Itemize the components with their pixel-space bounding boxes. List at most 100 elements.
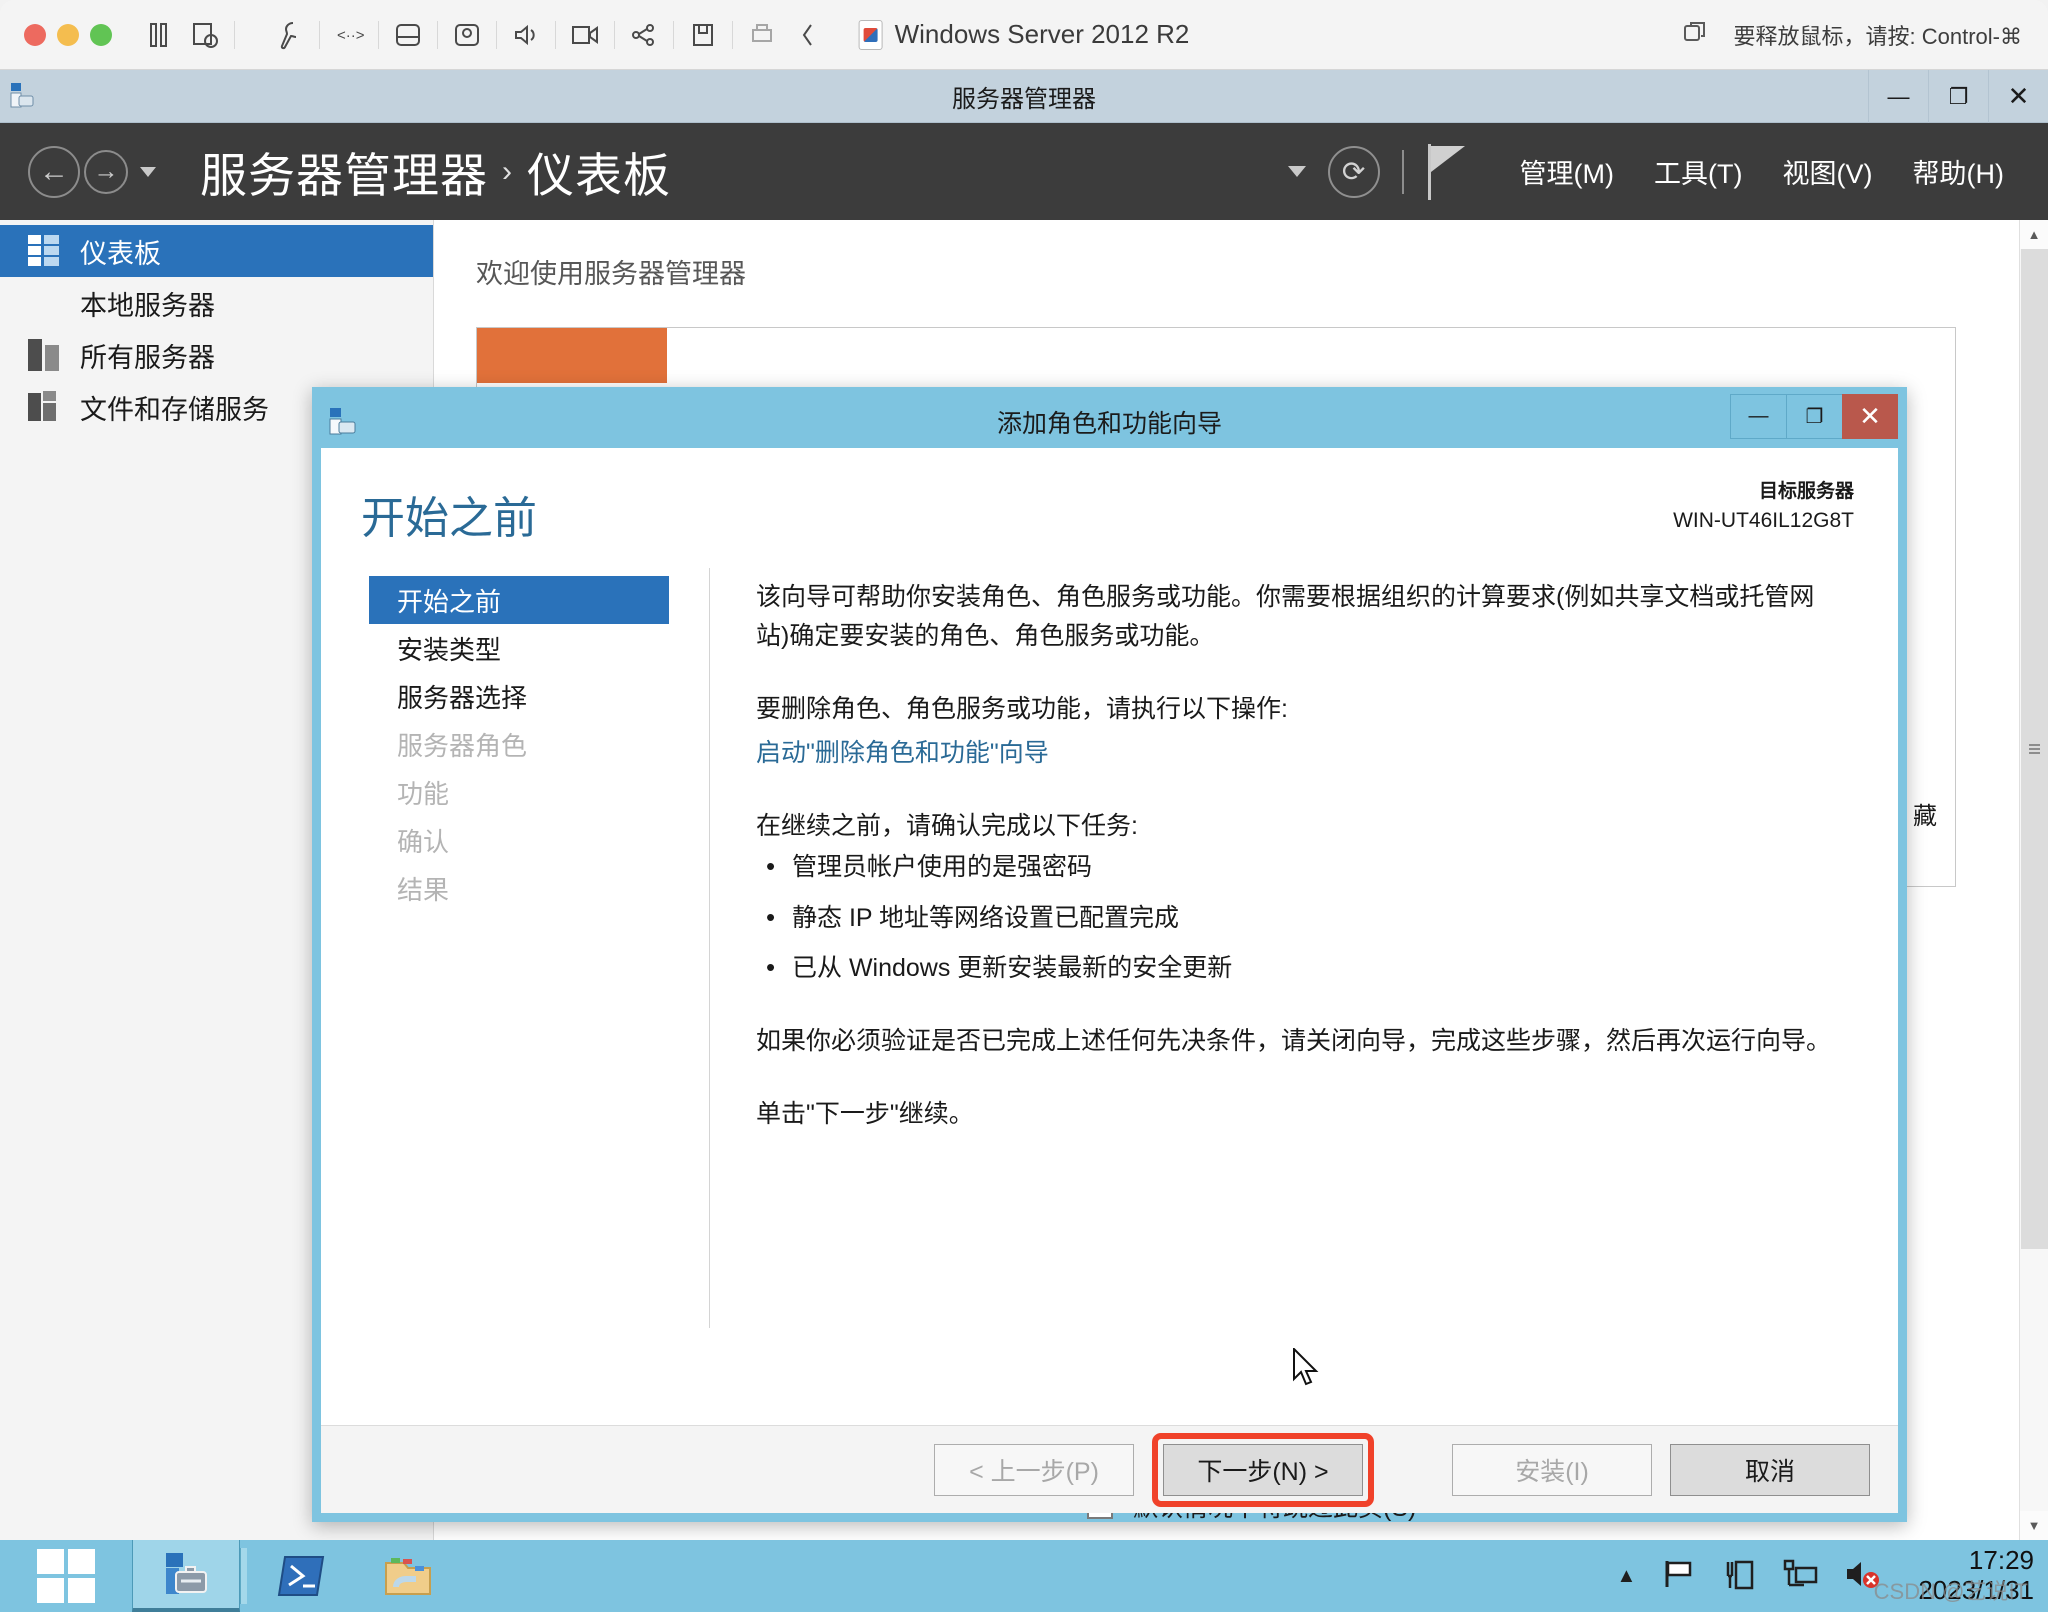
prerequisite-list: 管理员帐户使用的是强密码 静态 IP 地址等网络设置已配置完成 已从 Windo… — [766, 846, 1838, 988]
list-item: 管理员帐户使用的是强密码 — [766, 846, 1838, 887]
scroll-down-arrow-icon[interactable]: ▼ — [2020, 1511, 2048, 1540]
server-manager-header: ← → 服务器管理器 › 仪表板 ⟳ 管理(M) 工具(T) 视图(V) 帮助(… — [0, 123, 2048, 220]
scroll-up-arrow-icon[interactable]: ▲ — [2020, 220, 2048, 249]
camera-icon[interactable] — [444, 12, 490, 58]
close-window-dot[interactable] — [24, 23, 46, 46]
flag-icon[interactable] — [1662, 1559, 1696, 1594]
target-server-label: 目标服务器 — [1758, 481, 1854, 502]
vm-title-text: Windows Server 2012 R2 — [894, 19, 1190, 49]
taskbar-item-server-manager[interactable] — [132, 1540, 240, 1612]
wizard-footer: < 上一步(P) 下一步(N) > 安装(I) 取消 — [321, 1425, 1898, 1513]
disk-icon[interactable] — [385, 12, 431, 58]
list-item: 静态 IP 地址等网络设置已配置完成 — [766, 897, 1838, 938]
all-servers-icon — [28, 339, 60, 371]
local-server-icon — [28, 287, 60, 319]
wizard-paragraph-next: 单击"下一步"继续。 — [756, 1099, 974, 1128]
menu-tools[interactable]: 工具(T) — [1634, 152, 1762, 191]
hide-link[interactable]: 藏 — [1913, 796, 1937, 831]
server-manager-icon — [166, 1553, 207, 1594]
breadcrumb-separator-icon: › — [502, 154, 513, 188]
wizard-paragraph-remove: 要删除角色、角色服务或功能，请执行以下操作: — [756, 694, 1288, 723]
wizard-step-server-selection[interactable]: 服务器选择 — [369, 672, 669, 720]
refresh-icon[interactable]: ⟳ — [1327, 145, 1380, 198]
close-button[interactable]: ✕ — [1988, 70, 2048, 123]
notifications-flag-icon[interactable] — [1426, 143, 1470, 200]
remove-roles-wizard-link[interactable]: 启动"删除角色和功能"向导 — [756, 739, 1049, 767]
next-button-highlight: 下一步(N) > — [1152, 1432, 1374, 1507]
floppy-icon[interactable] — [680, 12, 726, 58]
wizard-content-text: 该向导可帮助你安装角色、角色服务或功能。你需要根据组织的计算要求(例如共享文档或… — [710, 568, 1898, 1398]
printer-icon — [739, 12, 785, 58]
vm-app-icon — [858, 19, 883, 50]
show-hidden-icons-button[interactable]: ▲ — [1617, 1565, 1637, 1588]
mouse-cursor — [1292, 1346, 1322, 1392]
svg-text:<··>: <··> — [337, 27, 364, 44]
sidebar-item-dashboard[interactable]: 仪表板 — [0, 225, 433, 277]
settings-wrench-icon[interactable] — [267, 12, 313, 58]
dashboard-icon — [28, 235, 60, 267]
wizard-paragraph-verify: 如果你必须验证是否已完成上述任何先决条件，请关闭向导，完成这些步骤，然后再次运行… — [756, 1027, 1832, 1055]
file-explorer-icon — [385, 1558, 431, 1595]
taskbar-item-file-explorer[interactable] — [355, 1540, 463, 1612]
speaker-icon[interactable] — [503, 12, 549, 58]
wizard-paragraph-tasks: 在继续之前，请确认完成以下任务: — [756, 812, 1138, 840]
toolbar-divider — [234, 20, 235, 49]
sidebar-item-label: 本地服务器 — [80, 290, 215, 321]
minimize-button[interactable]: — — [1868, 70, 1928, 123]
maximize-button[interactable]: ❐ — [1928, 70, 1988, 123]
maximize-window-dot[interactable] — [90, 23, 112, 46]
forward-button[interactable]: → — [84, 149, 128, 194]
chevron-down-icon[interactable] — [1287, 166, 1306, 177]
collapse-icon[interactable] — [785, 12, 831, 58]
sidebar-item-label: 仪表板 — [80, 238, 161, 269]
windows-logo-icon — [37, 1549, 95, 1603]
menu-view[interactable]: 视图(V) — [1763, 152, 1893, 191]
header-divider — [1401, 149, 1404, 194]
wizard-step-installation-type[interactable]: 安装类型 — [369, 624, 669, 672]
history-chevron-down-icon[interactable] — [140, 166, 156, 177]
release-mouse-hint: 要释放鼠标，请按: Control-⌘ — [1733, 23, 2022, 49]
window-traffic-lights[interactable] — [24, 23, 112, 46]
sidebar-item-label: 所有服务器 — [80, 342, 215, 373]
server-manager-title: 服务器管理器 — [952, 85, 1096, 113]
network-icon[interactable]: <··> — [326, 12, 372, 58]
wizard-title: 添加角色和功能向导 — [996, 410, 1222, 438]
scrollbar-thumb[interactable] — [2021, 249, 2048, 1249]
wizard-step-features: 功能 — [397, 778, 450, 809]
taskbar-item-powershell[interactable] — [247, 1540, 355, 1612]
add-roles-features-wizard: 添加角色和功能向导 — ❐ ✕ 开始之前 目标服务器 WIN-UT46IL12G… — [312, 387, 1907, 1522]
vertical-scrollbar[interactable]: ▲ ▼ — [2019, 220, 2048, 1540]
wizard-step-confirmation: 确认 — [397, 826, 450, 857]
video-icon[interactable] — [562, 12, 608, 58]
watermark: CSDN @艺说IT — [1873, 1579, 2028, 1604]
sidebar-item-local-server[interactable]: 本地服务器 — [0, 277, 433, 329]
breadcrumb-root[interactable]: 服务器管理器 — [200, 137, 488, 206]
minimize-window-dot[interactable] — [57, 23, 79, 46]
breadcrumb-current: 仪表板 — [527, 149, 671, 202]
wizard-minimize-button[interactable]: — — [1730, 394, 1786, 439]
menu-manage[interactable]: 管理(M) — [1500, 152, 1634, 191]
quick-start-accent — [477, 328, 667, 383]
screenshot-icon[interactable] — [182, 12, 228, 58]
action-center-icon[interactable] — [1722, 1558, 1756, 1595]
pause-icon[interactable] — [136, 12, 182, 58]
share-icon[interactable] — [621, 12, 667, 58]
next-button[interactable]: 下一步(N) > — [1163, 1443, 1363, 1496]
cancel-button-wrap: 取消 — [1670, 1443, 1870, 1496]
menu-help[interactable]: 帮助(H) — [1893, 152, 2024, 191]
wizard-close-button[interactable]: ✕ — [1842, 394, 1898, 439]
wizard-paragraph-intro: 该向导可帮助你安装角色、角色服务或功能。你需要根据组织的计算要求(例如共享文档或… — [756, 583, 1815, 650]
target-server-info: 目标服务器 WIN-UT46IL12G8T — [1673, 478, 1854, 536]
windows-taskbar: ▲ 17:29 2023/1/31 CSDN @艺说IT — [0, 1540, 2048, 1612]
target-server-value: WIN-UT46IL12G8T — [1673, 508, 1854, 532]
wizard-maximize-button[interactable]: ❐ — [1786, 394, 1842, 439]
start-button[interactable] — [0, 1540, 132, 1612]
back-button[interactable]: ← — [28, 145, 80, 198]
network-icon[interactable] — [1782, 1558, 1818, 1595]
mac-vm-toolbar: <··> Windows Server 2012 R2 要释放鼠标，请按: Co… — [0, 0, 2048, 70]
sidebar-item-all-servers[interactable]: 所有服务器 — [0, 329, 433, 381]
wizard-step-before-you-begin[interactable]: 开始之前 — [369, 576, 669, 624]
cancel-button[interactable]: 取消 — [1670, 1443, 1870, 1496]
vm-window-title: Windows Server 2012 R2 — [858, 19, 1190, 50]
detach-icon[interactable] — [1682, 19, 1708, 51]
